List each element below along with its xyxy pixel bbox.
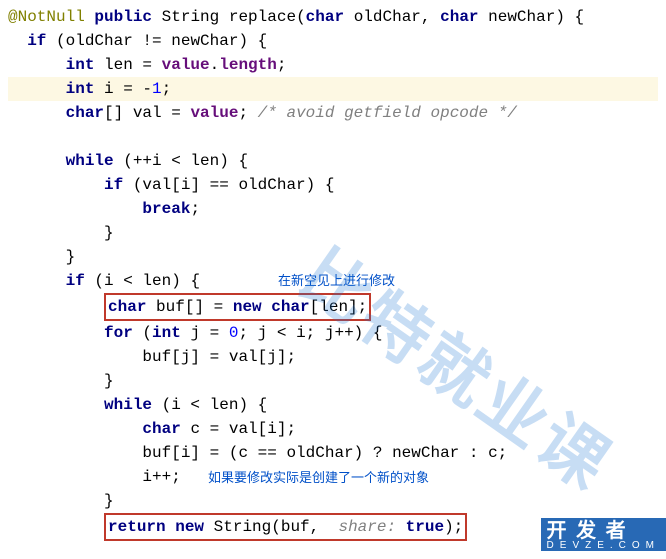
highlighted-line: int i = -1; bbox=[8, 77, 658, 101]
code-line: break; bbox=[8, 197, 658, 221]
code-line: while (i < len) { bbox=[8, 393, 658, 417]
comment: /* avoid getfield opcode */ bbox=[258, 104, 517, 122]
code-line: } bbox=[8, 369, 658, 393]
annotation-notnull: @NotNull bbox=[8, 8, 94, 26]
code-line: int len = value.length; bbox=[8, 53, 658, 77]
code-line: } bbox=[8, 221, 658, 245]
code-line: char buf[] = new char[len]; bbox=[8, 293, 658, 321]
code-line: char c = val[i]; bbox=[8, 417, 658, 441]
code-line: while (++i < len) { bbox=[8, 149, 658, 173]
annotation-note-1: 在新空见上进行修改 bbox=[278, 271, 395, 291]
code-line: if (oldChar != newChar) { bbox=[8, 29, 658, 53]
brand-watermark: 开 发 者DEVZE.COM bbox=[541, 518, 666, 551]
code-line: @NotNull public String replace(char oldC… bbox=[8, 5, 658, 29]
code-line: if (val[i] == oldChar) { bbox=[8, 173, 658, 197]
highlighted-box: return new String(buf, share: true); bbox=[104, 513, 467, 541]
code-line: char[] val = value; /* avoid getfield op… bbox=[8, 101, 658, 125]
param-hint: share: bbox=[329, 518, 406, 536]
code-line: for (int j = 0; j < i; j++) { bbox=[8, 321, 658, 345]
code-line: if (i < len) {在新空见上进行修改 bbox=[8, 269, 658, 293]
code-line: buf[j] = val[j]; bbox=[8, 345, 658, 369]
code-line: i++;如果要修改实际是创建了一个新的对象 bbox=[8, 465, 658, 489]
code-line: buf[i] = (c == oldChar) ? newChar : c; bbox=[8, 441, 658, 465]
code-block: @NotNull public String replace(char oldC… bbox=[8, 5, 658, 541]
code-line: } bbox=[8, 489, 658, 513]
highlighted-box: char buf[] = new char[len]; bbox=[104, 293, 371, 321]
blank-line bbox=[8, 125, 658, 149]
code-line: } bbox=[8, 245, 658, 269]
annotation-note-2: 如果要修改实际是创建了一个新的对象 bbox=[208, 468, 429, 488]
